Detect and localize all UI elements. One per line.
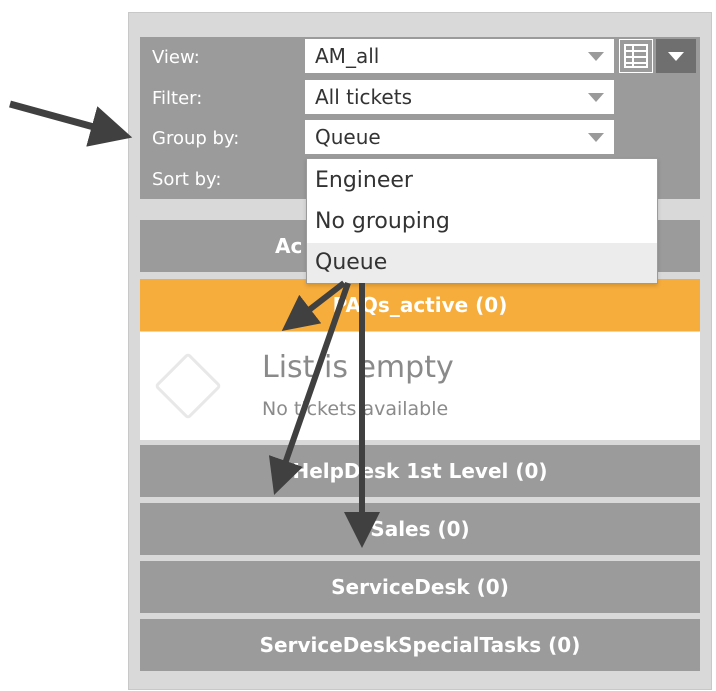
annotation-arrows xyxy=(9,100,380,548)
pointer-arrow xyxy=(9,100,133,147)
pointer-arrow xyxy=(268,282,351,495)
